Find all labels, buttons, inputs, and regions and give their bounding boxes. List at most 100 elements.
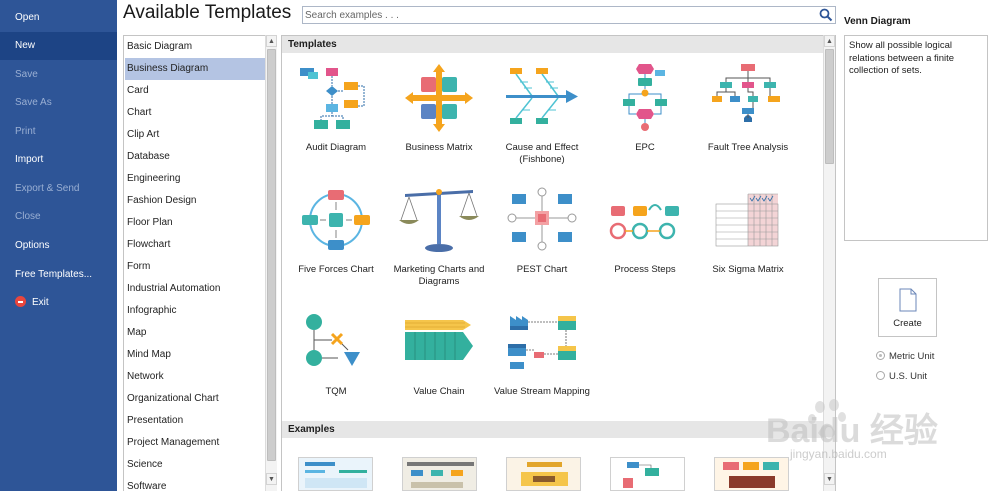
example-preview-icon	[611, 458, 684, 490]
template-gallery: Templates Audit Diagram Business Matrix …	[281, 35, 836, 491]
menu-new[interactable]: New	[0, 32, 117, 60]
backstage-menu: Open New Save Save As Print Import Expor…	[0, 0, 117, 491]
example-preview-icon	[403, 458, 476, 490]
menu-save[interactable]: Save	[0, 61, 117, 89]
template-description: Show all possible logical relations betw…	[844, 35, 988, 241]
process-steps-icon	[609, 204, 679, 240]
example-thumbnail[interactable]	[402, 457, 477, 491]
business-matrix-icon	[405, 64, 473, 132]
template-label: Business Matrix	[405, 142, 473, 153]
example-preview-icon	[507, 458, 580, 490]
category-item[interactable]: Science	[125, 454, 265, 476]
gallery-scrollbar[interactable]: ▲ ▼	[823, 35, 835, 491]
category-item[interactable]: Presentation	[125, 410, 265, 432]
menu-free-templates[interactable]: Free Templates...	[0, 261, 117, 289]
scroll-up-arrow-icon[interactable]: ▲	[266, 35, 277, 47]
menu-open[interactable]: Open	[0, 4, 117, 32]
create-label: Create	[893, 318, 922, 329]
menu-exit[interactable]: Exit	[0, 289, 117, 317]
template-five-forces[interactable]: Five Forces Chart	[284, 184, 388, 276]
radio-label: Metric Unit	[889, 351, 935, 362]
category-item[interactable]: Fashion Design	[125, 190, 265, 212]
template-business-matrix[interactable]: Business Matrix	[387, 62, 491, 154]
template-six-sigma[interactable]: Six Sigma Matrix	[696, 184, 800, 276]
template-value-chain[interactable]: Value Chain	[387, 306, 491, 398]
menu-label: Export & Send	[15, 183, 80, 194]
template-value-stream[interactable]: Value Stream Mapping	[490, 306, 594, 398]
radio-selected-icon	[876, 351, 885, 360]
tqm-icon	[306, 314, 360, 366]
scroll-thumb[interactable]	[825, 49, 834, 164]
metric-unit-radio[interactable]: Metric Unit	[876, 351, 934, 365]
template-epc[interactable]: EPC	[593, 62, 697, 154]
category-item[interactable]: Infographic	[125, 300, 265, 322]
us-unit-radio[interactable]: U.S. Unit	[876, 371, 927, 385]
category-item[interactable]: Mind Map	[125, 344, 265, 366]
six-sigma-icon	[715, 193, 779, 247]
template-audit-diagram[interactable]: Audit Diagram	[284, 62, 388, 154]
search-box	[302, 6, 836, 24]
category-item[interactable]: Floor Plan	[125, 212, 265, 234]
category-item[interactable]: Database	[125, 146, 265, 168]
scroll-thumb[interactable]	[267, 49, 276, 461]
scroll-up-arrow-icon[interactable]: ▲	[824, 35, 835, 47]
menu-export-send[interactable]: Export & Send	[0, 175, 117, 203]
create-button[interactable]: Create	[878, 278, 937, 337]
examples-heading: Examples	[282, 421, 823, 438]
category-item[interactable]: Industrial Automation	[125, 278, 265, 300]
menu-save-as[interactable]: Save As	[0, 89, 117, 117]
templates-heading: Templates	[282, 36, 823, 53]
template-label: Cause and Effect (Fishbone)	[505, 142, 579, 165]
template-fishbone[interactable]: Cause and Effect (Fishbone)	[490, 62, 594, 166]
template-label: Marketing Charts and Diagrams	[393, 264, 485, 287]
category-item[interactable]: Basic Diagram	[125, 36, 265, 58]
scales-icon	[399, 189, 479, 252]
category-item-selected[interactable]: Business Diagram	[125, 58, 265, 80]
audit-diagram-icon	[300, 68, 365, 129]
category-item[interactable]: Chart	[125, 102, 265, 124]
example-thumbnail[interactable]	[610, 457, 685, 491]
category-item[interactable]: Software	[125, 476, 265, 491]
template-pest-chart[interactable]: PEST Chart	[490, 184, 594, 276]
menu-label: Save	[15, 69, 38, 80]
radio-unselected-icon	[876, 371, 885, 380]
value-stream-icon	[508, 316, 576, 369]
menu-label: Save As	[15, 97, 52, 108]
category-item[interactable]: Flowchart	[125, 234, 265, 256]
search-input[interactable]	[305, 8, 815, 22]
category-item[interactable]: Organizational Chart	[125, 388, 265, 410]
exit-icon	[15, 296, 26, 307]
template-fault-tree[interactable]: Fault Tree Analysis	[696, 62, 800, 154]
category-item[interactable]: Engineering	[125, 168, 265, 190]
epc-icon	[623, 64, 667, 131]
category-item[interactable]: Network	[125, 366, 265, 388]
menu-print[interactable]: Print	[0, 118, 117, 146]
description-text: Show all possible logical relations betw…	[849, 40, 955, 76]
template-marketing-charts[interactable]: Marketing Charts and Diagrams	[387, 184, 491, 288]
five-forces-icon	[302, 190, 370, 250]
radio-label: U.S. Unit	[889, 371, 928, 382]
menu-label: Exit	[32, 297, 49, 308]
menu-label: Open	[15, 12, 40, 23]
category-item[interactable]: Form	[125, 256, 265, 278]
category-item[interactable]: Card	[125, 80, 265, 102]
category-item[interactable]: Map	[125, 322, 265, 344]
menu-close[interactable]: Close	[0, 203, 117, 231]
example-thumbnail[interactable]	[714, 457, 789, 491]
category-item[interactable]: Clip Art	[125, 124, 265, 146]
example-thumbnail[interactable]	[298, 457, 373, 491]
category-item[interactable]: Project Management	[125, 432, 265, 454]
search-icon[interactable]	[819, 8, 833, 22]
category-scrollbar[interactable]: ▲ ▼	[265, 35, 277, 491]
menu-import[interactable]: Import	[0, 146, 117, 174]
scroll-down-arrow-icon[interactable]: ▼	[266, 473, 277, 485]
example-preview-icon	[299, 458, 372, 490]
example-thumbnail[interactable]	[506, 457, 581, 491]
menu-label: Close	[15, 211, 41, 222]
scroll-down-arrow-icon[interactable]: ▼	[824, 473, 835, 485]
template-tqm[interactable]: TQM	[284, 306, 388, 398]
menu-label: Options	[15, 240, 50, 251]
menu-label: Free Templates...	[15, 269, 93, 280]
menu-options[interactable]: Options	[0, 232, 117, 260]
template-process-steps[interactable]: Process Steps	[593, 184, 697, 276]
